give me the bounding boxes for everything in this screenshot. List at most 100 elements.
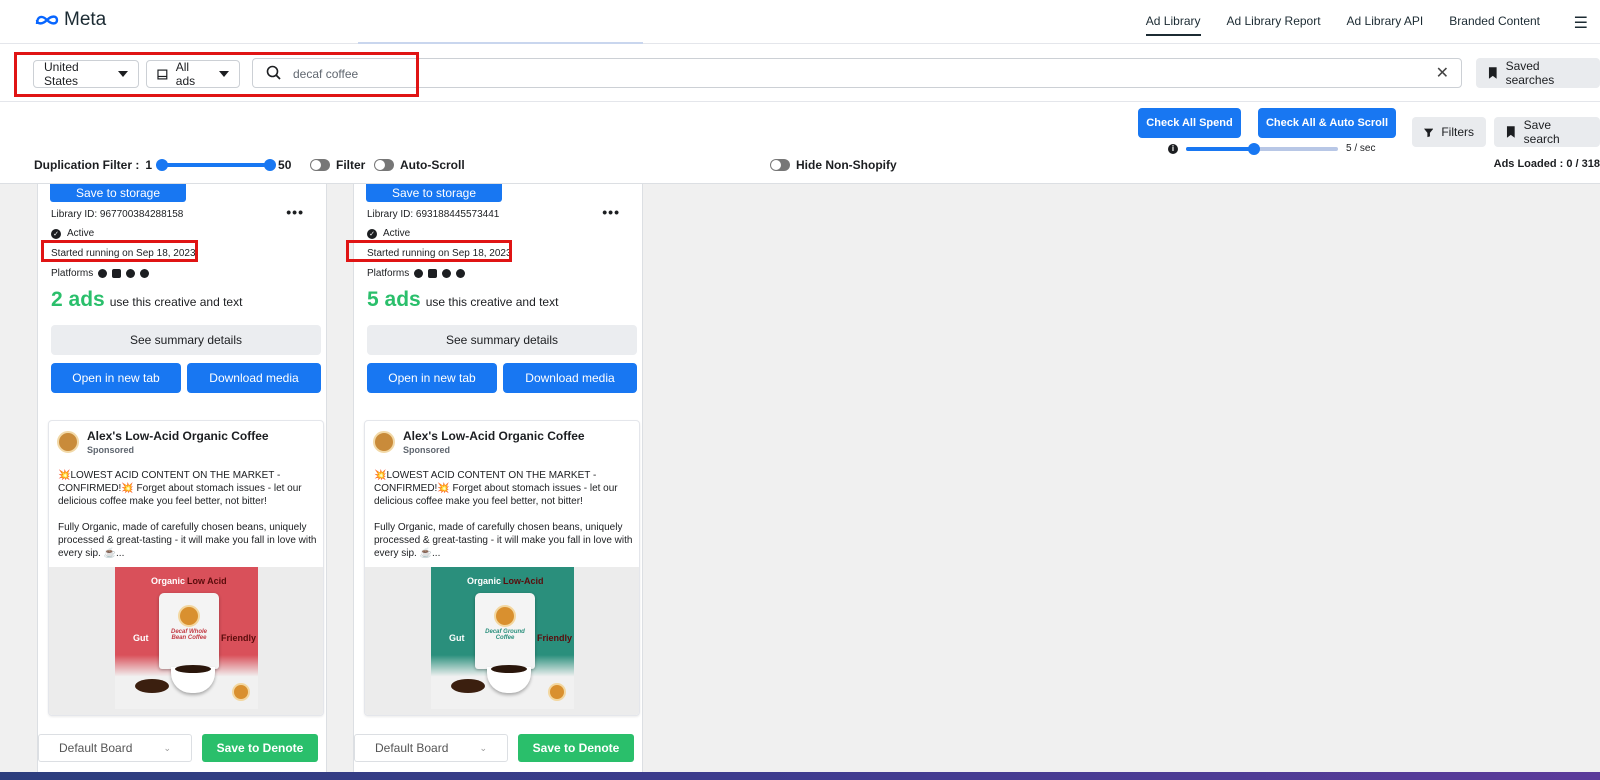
facebook-icon — [414, 269, 424, 278]
nav-ad-library-api[interactable]: Ad Library API — [1347, 14, 1424, 36]
coffee-liquid — [491, 665, 527, 673]
auto-scroll-label: Auto-Scroll — [400, 158, 465, 172]
board-select[interactable]: Default Board ⌄ — [38, 734, 192, 762]
ads-count: 2 ads — [51, 288, 105, 311]
highlight-search-controls — [14, 52, 419, 97]
nav-branded-content[interactable]: Branded Content — [1449, 14, 1540, 36]
ads-count-row: 5 ads use this creative and text — [367, 288, 558, 312]
status-row: ✓ Active — [367, 228, 410, 239]
see-summary-details-button[interactable]: See summary details — [367, 325, 637, 355]
chevron-down-icon: ⌄ — [163, 742, 171, 753]
extension-toolbar: Check All Spend Check All & Auto Scroll … — [0, 102, 1600, 184]
ad-preview: Alex's Low-Acid Organic Coffee Sponsored… — [48, 420, 324, 716]
check-circle-icon: ✓ — [367, 228, 377, 239]
see-summary-details-button[interactable]: See summary details — [51, 325, 321, 355]
speed-slider[interactable] — [1186, 142, 1338, 155]
auto-scroll-toggle[interactable] — [374, 159, 394, 171]
filters-label: Filters — [1441, 125, 1474, 139]
media-label-organic: Organic — [467, 576, 502, 586]
range-max-knob[interactable] — [264, 159, 277, 171]
brand-badge-icon — [232, 683, 250, 701]
more-options-icon[interactable]: ••• — [286, 204, 304, 220]
facebook-icon — [98, 269, 108, 278]
hide-non-shopify-toggle[interactable] — [770, 159, 790, 171]
ad-body-paragraph: 💥LOWEST ACID CONTENT ON THE MARKET - CON… — [58, 470, 302, 507]
range-min-knob[interactable] — [156, 159, 169, 171]
filters-button[interactable]: Filters — [1412, 117, 1486, 147]
advertiser-avatar[interactable] — [373, 431, 395, 453]
media-label-low-acid: Low Acid — [187, 576, 227, 586]
platforms-label: Platforms — [367, 268, 410, 279]
clear-search-icon[interactable]: ✕ — [1436, 63, 1449, 83]
brand-name: Meta — [64, 9, 107, 30]
check-all-spend-button[interactable]: Check All Spend — [1138, 108, 1241, 138]
status-label: Active — [383, 228, 411, 239]
dup-max-value: 50 — [278, 158, 292, 172]
board-value: Default Board — [375, 741, 449, 755]
advertiser-name[interactable]: Alex's Low-Acid Organic Coffee — [87, 429, 269, 443]
hamburger-menu-icon[interactable]: ☰ — [1574, 13, 1588, 33]
board-select[interactable]: Default Board ⌄ — [354, 734, 508, 762]
search-input[interactable]: decaf coffee ✕ — [252, 58, 1462, 88]
save-to-storage-button[interactable]: Save to storage — [366, 184, 502, 202]
board-value: Default Board — [59, 741, 133, 755]
ads-count: 5 ads — [367, 288, 421, 311]
ad-card: Save to storage Library ID: 693188445573… — [346, 184, 643, 780]
chevron-down-icon: ⌄ — [479, 742, 487, 753]
save-to-denote-button[interactable]: Save to Denote — [202, 734, 318, 762]
open-in-new-tab-button[interactable]: Open in new tab — [367, 363, 497, 393]
meta-logo[interactable]: Meta — [34, 9, 106, 31]
speed-slider-knob[interactable] — [1248, 142, 1261, 155]
save-search-label: Save search — [1523, 118, 1560, 146]
search-row: United States All ads decaf coffee ✕ Sav… — [0, 44, 1600, 102]
bag-logo-icon — [178, 605, 200, 627]
saved-searches-button[interactable]: Saved searches — [1476, 58, 1600, 88]
autoscroll-toggle-group: Auto-Scroll — [374, 158, 465, 172]
coffee-bag-image: Decaf Whole Bean Coffee — [159, 593, 219, 669]
nav-links: Ad Library Ad Library Report Ad Library … — [1145, 14, 1540, 36]
save-to-storage-button[interactable]: Save to storage — [50, 184, 186, 202]
meta-infinity-icon — [35, 15, 59, 25]
duplication-filter-label: Duplication Filter : — [34, 158, 140, 172]
nav-ad-library[interactable]: Ad Library — [1145, 14, 1201, 36]
check-all-auto-scroll-button[interactable]: Check All & Auto Scroll — [1258, 108, 1396, 138]
speed-label: 5 / sec — [1346, 143, 1376, 154]
coffee-beans-image — [451, 679, 485, 693]
ad-body-paragraph: Fully Organic, made of carefully chosen … — [58, 522, 317, 559]
duplication-range-slider[interactable] — [156, 159, 277, 171]
advertiser-avatar[interactable] — [57, 431, 79, 453]
bag-logo-icon — [494, 605, 516, 627]
sponsored-label: Sponsored — [403, 445, 451, 455]
status-label: Active — [67, 228, 95, 239]
media-label-organic: Organic — [151, 576, 186, 586]
more-options-icon[interactable]: ••• — [602, 204, 620, 220]
coffee-bag-image: Decaf Ground Coffee — [475, 593, 535, 669]
platforms-row: Platforms — [51, 268, 150, 279]
dup-min-value: 1 — [145, 158, 153, 172]
download-media-button[interactable]: Download media — [187, 363, 321, 393]
open-in-new-tab-button[interactable]: Open in new tab — [51, 363, 181, 393]
media-label-gut: Gut — [449, 633, 465, 643]
audience-network-icon — [126, 269, 136, 278]
bottom-gradient-bar — [0, 772, 1600, 780]
ad-body-paragraph: 💥LOWEST ACID CONTENT ON THE MARKET - CON… — [374, 470, 618, 507]
bag-label: Decaf Ground Coffee — [485, 629, 525, 641]
speed-slider-fill — [1186, 146, 1255, 151]
media-label-low-acid: Low-Acid — [503, 576, 544, 586]
filter-toggle[interactable] — [310, 159, 330, 171]
nav-ad-library-report[interactable]: Ad Library Report — [1227, 14, 1321, 36]
save-to-denote-button[interactable]: Save to Denote — [518, 734, 634, 762]
library-id: Library ID: 693188445573441 — [367, 209, 500, 220]
audience-network-icon — [442, 269, 452, 278]
messenger-icon — [140, 269, 150, 278]
ad-media-image[interactable]: Organic Low-Acid Decaf Ground Coffee Gut… — [431, 567, 574, 709]
ads-count-text: use this creative and text — [425, 295, 559, 309]
download-media-button[interactable]: Download media — [503, 363, 637, 393]
brand-badge-icon — [548, 683, 566, 701]
save-search-button[interactable]: Save search — [1494, 117, 1600, 147]
ad-card: Save to storage Library ID: 967700384288… — [37, 184, 327, 780]
bookmark-icon — [1488, 67, 1497, 79]
ad-media-image[interactable]: Organic Low Acid Decaf Whole Bean Coffee… — [115, 567, 258, 709]
advertiser-name[interactable]: Alex's Low-Acid Organic Coffee — [403, 429, 585, 443]
coffee-beans-image — [135, 679, 169, 693]
